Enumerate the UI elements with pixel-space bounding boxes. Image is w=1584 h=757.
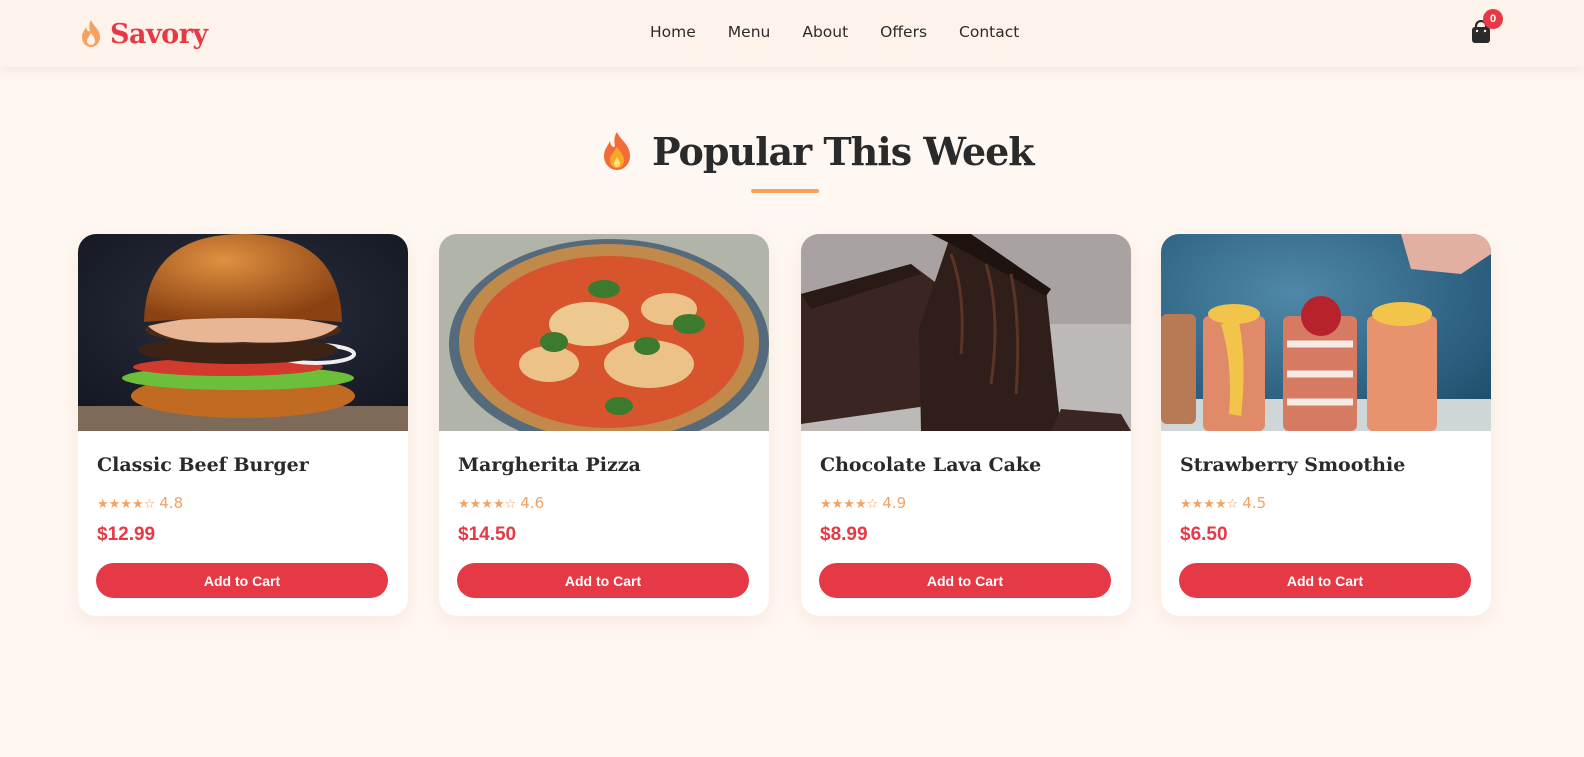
navbar: Savory Home Menu About Offers Contact 0 [0,0,1584,67]
title-underline [751,189,819,193]
add-to-cart-button[interactable]: Add to Cart [96,563,388,598]
main-nav: Home Menu About Offers Contact [650,22,1051,42]
add-to-cart-button[interactable]: Add to Cart [457,563,749,598]
product-card: Chocolate Lava Cake ★★★★☆ 4.9 $8.99 Add t… [801,234,1131,616]
product-name: Chocolate Lava Cake [820,454,1042,476]
brand-name: Savory [110,18,208,50]
cart-button[interactable]: 0 [1470,9,1503,46]
product-name: Margherita Pizza [458,454,641,476]
product-price: $14.50 [458,524,517,545]
product-price: $8.99 [820,524,868,545]
rating-stars-icon: ★★★★☆ [458,497,517,512]
rating-value: 4.6 [520,494,545,512]
product-name: Strawberry Smoothie [1180,454,1406,476]
nav-link-contact[interactable]: Contact [959,22,1019,42]
nav-link-about[interactable]: About [802,22,848,42]
product-name: Classic Beef Burger [97,454,309,476]
rating-stars-icon: ★★★★☆ [820,497,879,512]
product-card: Classic Beef Burger ★★★★☆ 4.8 $12.99 Add … [78,234,408,616]
product-rating: ★★★★☆ 4.9 [820,494,906,512]
product-rating: ★★★★☆ 4.8 [97,494,183,512]
rating-stars-icon: ★★★★☆ [1180,497,1239,512]
nav-link-menu[interactable]: Menu [728,22,771,42]
add-to-cart-button[interactable]: Add to Cart [1179,563,1471,598]
nav-link-offers[interactable]: Offers [880,22,927,42]
pizza-image[interactable] [439,234,769,431]
product-price: $6.50 [1180,524,1228,545]
fire-icon [604,132,630,170]
rating-value: 4.5 [1242,494,1267,512]
logo[interactable]: Savory [78,18,208,50]
add-to-cart-button[interactable]: Add to Cart [819,563,1111,598]
product-card: Margherita Pizza ★★★★☆ 4.6 $14.50 Add to … [439,234,769,616]
section-title: Popular This Week [652,128,1035,174]
product-rating: ★★★★☆ 4.6 [458,494,544,512]
rating-stars-icon: ★★★★☆ [97,497,156,512]
product-rating: ★★★★☆ 4.5 [1180,494,1266,512]
product-price: $12.99 [97,524,156,545]
flame-logo-icon [82,20,100,47]
nav-link-home[interactable]: Home [650,22,696,42]
rating-value: 4.9 [882,494,907,512]
burger-image[interactable] [78,234,408,431]
section-heading: Popular This Week [600,126,1035,176]
product-card: Strawberry Smoothie ★★★★☆ 4.5 $6.50 Add t… [1161,234,1491,616]
smoothie-image[interactable] [1161,234,1491,431]
cake-image[interactable] [801,234,1131,431]
cart-count-badge: 0 [1483,9,1503,29]
rating-value: 4.8 [159,494,184,512]
